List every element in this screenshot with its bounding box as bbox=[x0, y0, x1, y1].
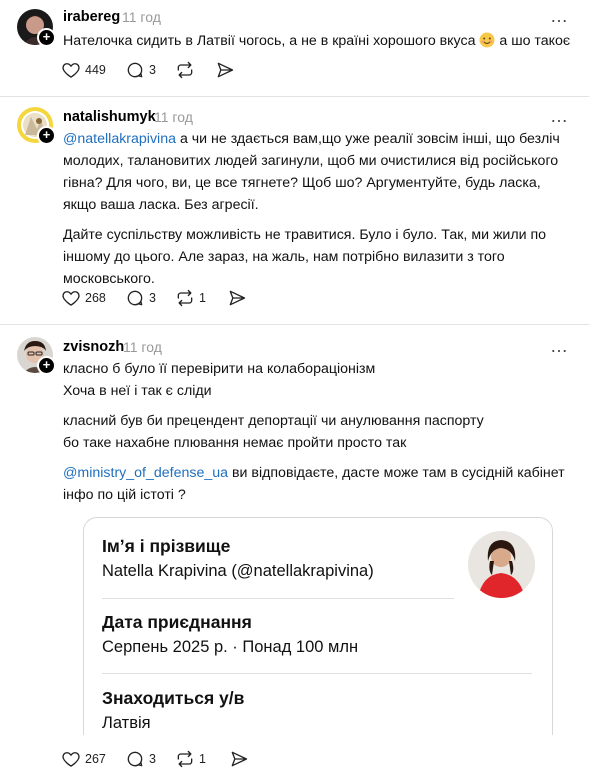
like-button[interactable]: 449 bbox=[61, 60, 106, 80]
like-button[interactable]: 268 bbox=[61, 288, 106, 308]
post-line: класний був би прецендент депортації чи … bbox=[63, 413, 484, 429]
reply-button[interactable]: 3 bbox=[125, 749, 156, 769]
timestamp: 11 год bbox=[122, 9, 161, 25]
comment-icon bbox=[127, 62, 143, 78]
share-button[interactable] bbox=[227, 288, 247, 308]
like-button[interactable]: 267 bbox=[61, 749, 106, 769]
mention-link[interactable]: @natellakrapivina bbox=[63, 131, 176, 147]
mention-link[interactable]: @ministry_of_defense_ua bbox=[63, 465, 228, 481]
post-line: бо таке нахабне плювання немає пройти пр… bbox=[63, 435, 407, 451]
share-icon bbox=[231, 751, 248, 767]
follow-plus-icon[interactable]: + bbox=[37, 356, 56, 375]
repost-button[interactable] bbox=[175, 60, 195, 80]
repost-button[interactable]: 1 bbox=[175, 288, 206, 308]
joined-value: Серпень 2025 р. · Понад 100 млн bbox=[102, 638, 359, 656]
heart-icon bbox=[62, 291, 80, 306]
username[interactable]: irabereg bbox=[63, 9, 120, 25]
post-paragraph: Дайте суспільству можливість не травитис… bbox=[63, 227, 547, 287]
post-paragraph: @natellakrapivina а чи не здається вам,щ… bbox=[63, 128, 573, 216]
comment-icon bbox=[127, 290, 143, 306]
reply-button[interactable]: 3 bbox=[125, 288, 156, 308]
heart-icon bbox=[62, 63, 80, 78]
joined-label: Дата приєднання bbox=[102, 612, 252, 632]
reply-count: 3 bbox=[149, 291, 156, 305]
more-icon[interactable]: … bbox=[550, 106, 569, 127]
more-icon[interactable]: … bbox=[550, 336, 569, 357]
post-line: класно б було її перевірити на колаборац… bbox=[63, 361, 376, 377]
reply-button[interactable]: 3 bbox=[125, 60, 156, 80]
repost-count: 1 bbox=[199, 752, 206, 766]
post-line: Хоча в неї і так є сліди bbox=[63, 383, 212, 399]
username[interactable]: natalishumyk bbox=[63, 109, 156, 125]
location-label: Знаходиться у/в bbox=[102, 688, 245, 708]
share-icon bbox=[229, 290, 246, 306]
share-button[interactable] bbox=[229, 749, 249, 769]
timestamp: 11 год bbox=[123, 339, 162, 355]
reply-count: 3 bbox=[149, 63, 156, 77]
divider bbox=[0, 324, 589, 325]
smiling-face-emoji-icon bbox=[479, 32, 499, 49]
share-icon bbox=[217, 62, 234, 78]
more-icon[interactable]: … bbox=[550, 6, 569, 27]
repost-icon bbox=[177, 289, 193, 307]
divider bbox=[0, 96, 589, 97]
post-text: @natellakrapivina а чи не здається вам,щ… bbox=[63, 128, 573, 290]
username[interactable]: zvisnozh bbox=[63, 339, 124, 355]
location-value: Латвія bbox=[102, 714, 151, 732]
comment-icon bbox=[127, 751, 143, 767]
follow-plus-icon[interactable]: + bbox=[37, 28, 56, 47]
card-divider bbox=[102, 598, 454, 599]
heart-icon bbox=[62, 752, 80, 767]
like-count: 267 bbox=[85, 752, 106, 766]
post-text-tail: а шо такоє bbox=[499, 33, 571, 49]
timestamp: 11 год bbox=[154, 109, 193, 125]
repost-icon bbox=[177, 750, 193, 768]
repost-button[interactable]: 1 bbox=[175, 749, 206, 769]
follow-plus-icon[interactable]: + bbox=[37, 126, 56, 145]
post-text: Нателочка сидить в Латвії чогось, а не в… bbox=[63, 30, 573, 52]
share-button[interactable] bbox=[215, 60, 235, 80]
name-label: Імʼя і прізвище bbox=[102, 536, 231, 556]
profile-avatar bbox=[468, 531, 535, 598]
reply-count: 3 bbox=[149, 752, 156, 766]
post-text: класно б було її перевірити на колаборац… bbox=[63, 358, 573, 506]
repost-count: 1 bbox=[199, 291, 206, 305]
post-line: @ministry_of_defense_ua ви відповідаєте,… bbox=[63, 462, 573, 506]
post-text-main: Нателочка сидить в Латвії чогось, а не в… bbox=[63, 33, 476, 49]
repost-icon bbox=[177, 61, 193, 79]
like-count: 449 bbox=[85, 63, 106, 77]
name-value: Natella Krapivina (@natellakrapivina) bbox=[102, 562, 374, 580]
like-count: 268 bbox=[85, 291, 106, 305]
card-divider bbox=[102, 673, 532, 674]
